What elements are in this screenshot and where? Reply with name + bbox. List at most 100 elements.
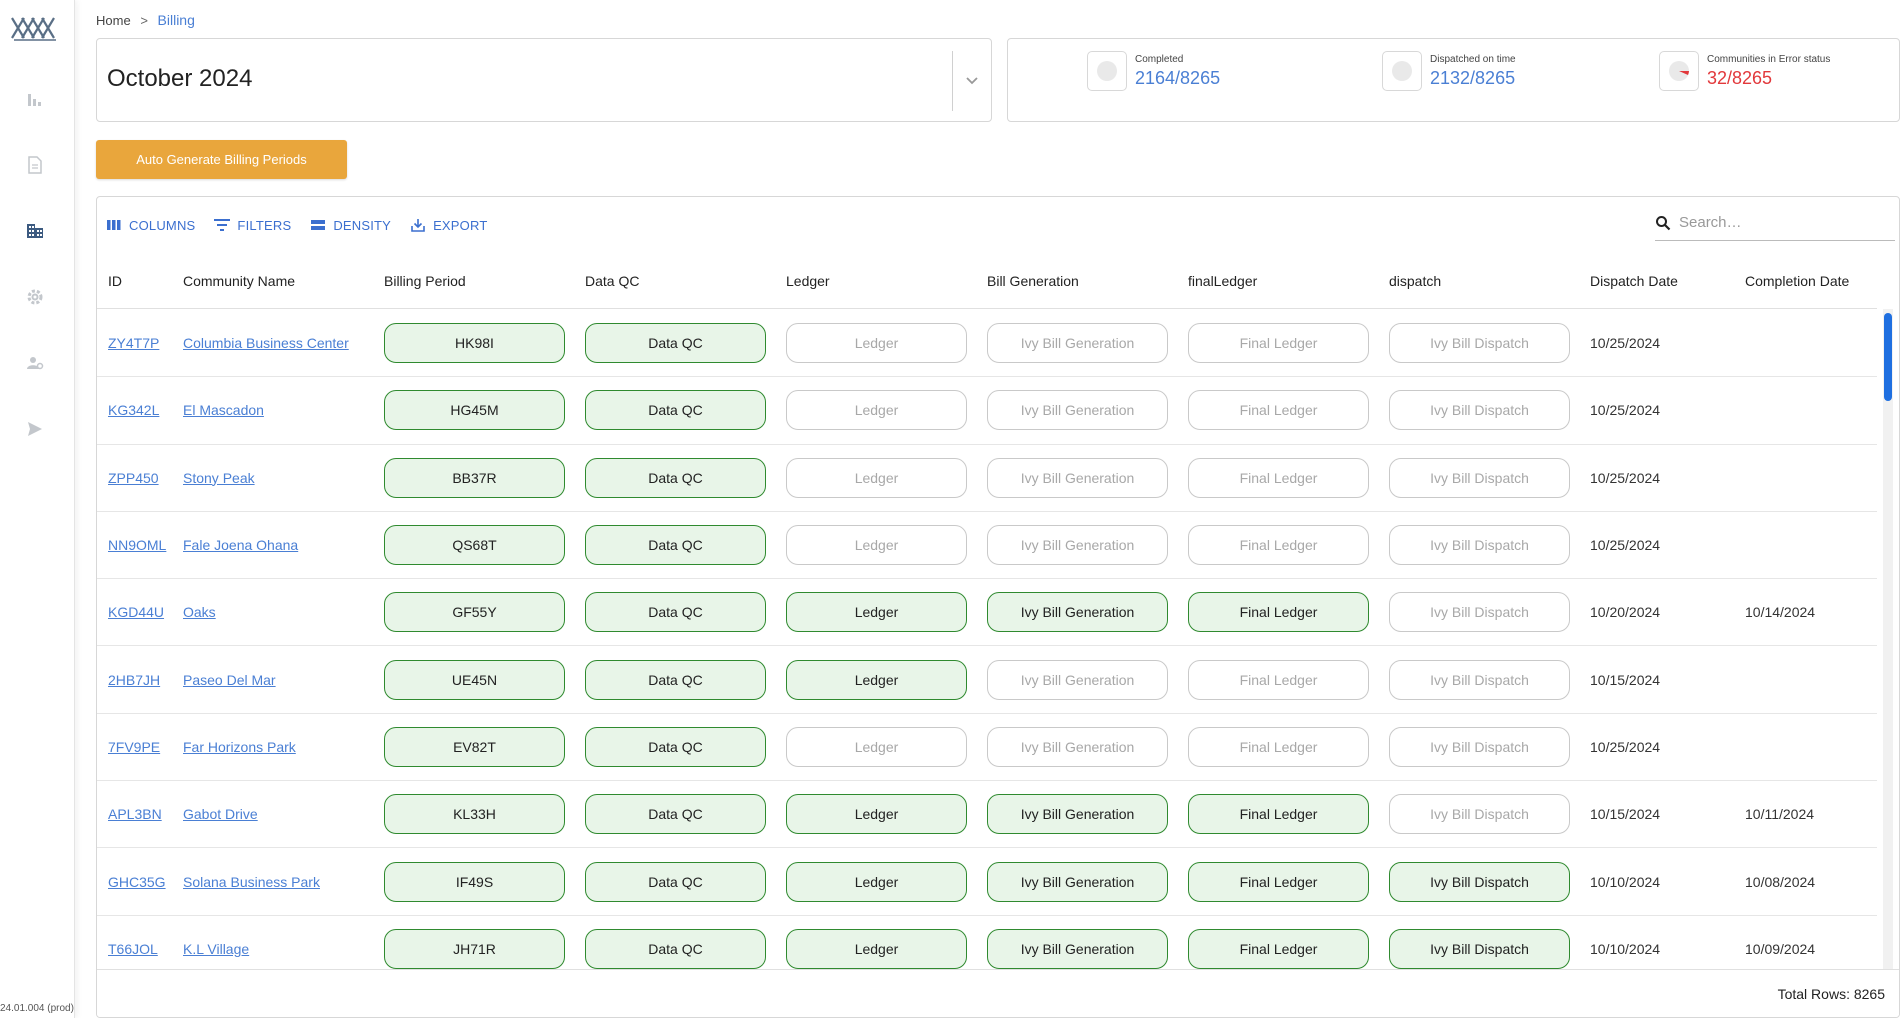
columns-button[interactable]: COLUMNS xyxy=(105,216,195,234)
dispatch-status-chip[interactable]: Ivy Bill Dispatch xyxy=(1389,592,1570,633)
dispatch-status-chip[interactable]: Ivy Bill Dispatch xyxy=(1389,457,1570,498)
send-icon[interactable] xyxy=(24,418,46,440)
data-qc-status-chip[interactable]: Data QC xyxy=(585,525,766,566)
billing-period-chip[interactable]: UE45N xyxy=(384,659,565,700)
bill-generation-status-chip[interactable]: Ivy Bill Generation xyxy=(987,525,1168,566)
row-id-link[interactable]: ZY4T7P xyxy=(108,310,159,376)
user-settings-icon[interactable] xyxy=(24,352,46,374)
data-qc-status-chip[interactable]: Data QC xyxy=(585,928,766,969)
density-button[interactable]: DENSITY xyxy=(309,216,391,234)
ledger-status-chip[interactable]: Ledger xyxy=(786,861,967,902)
dispatch-status-chip[interactable]: Ivy Bill Dispatch xyxy=(1389,928,1570,969)
header-id[interactable]: ID xyxy=(108,273,122,289)
row-id-link[interactable]: ZPP450 xyxy=(108,445,159,511)
dispatch-status-chip[interactable]: Ivy Bill Dispatch xyxy=(1389,794,1570,835)
ledger-status-chip[interactable]: Ledger xyxy=(786,928,967,969)
billing-period-chip[interactable]: BB37R xyxy=(384,457,565,498)
header-dispatch-date[interactable]: Dispatch Date xyxy=(1590,273,1678,289)
final-ledger-status-chip[interactable]: Final Ledger xyxy=(1188,592,1369,633)
dispatch-status-chip[interactable]: Ivy Bill Dispatch xyxy=(1389,390,1570,431)
row-community-link[interactable]: Far Horizons Park xyxy=(183,714,296,780)
header-dispatch[interactable]: dispatch xyxy=(1389,273,1441,289)
billing-period-chip[interactable]: HG45M xyxy=(384,390,565,431)
header-community-name[interactable]: Community Name xyxy=(183,273,295,289)
table-row[interactable]: 2HB7JH Paseo Del Mar UE45N Data QC Ledger Ivy… xyxy=(97,646,1877,714)
dispatch-status-chip[interactable]: Ivy Bill Dispatch xyxy=(1389,861,1570,902)
dispatch-status-chip[interactable]: Ivy Bill Dispatch xyxy=(1389,726,1570,767)
bill-generation-status-chip[interactable]: Ivy Bill Generation xyxy=(987,323,1168,364)
bill-generation-status-chip[interactable]: Ivy Bill Generation xyxy=(987,592,1168,633)
row-community-link[interactable]: Paseo Del Mar xyxy=(183,646,276,712)
dispatch-status-chip[interactable]: Ivy Bill Dispatch xyxy=(1389,525,1570,566)
document-icon[interactable] xyxy=(24,154,46,176)
final-ledger-status-chip[interactable]: Final Ledger xyxy=(1188,390,1369,431)
bill-generation-status-chip[interactable]: Ivy Bill Generation xyxy=(987,659,1168,700)
ledger-status-chip[interactable]: Ledger xyxy=(786,525,967,566)
bill-generation-status-chip[interactable]: Ivy Bill Generation xyxy=(987,726,1168,767)
logo-icon[interactable] xyxy=(10,14,58,42)
header-data-qc[interactable]: Data QC xyxy=(585,273,639,289)
row-id-link[interactable]: GHC35G xyxy=(108,848,166,914)
table-row[interactable]: KGD44U Oaks GF55Y Data QC Ledger Ivy Bill Gen… xyxy=(97,579,1877,647)
row-community-link[interactable]: Stony Peak xyxy=(183,445,255,511)
header-completion-date[interactable]: Completion Date xyxy=(1745,273,1849,289)
data-qc-status-chip[interactable]: Data QC xyxy=(585,592,766,633)
data-qc-status-chip[interactable]: Data QC xyxy=(585,861,766,902)
row-community-link[interactable]: Oaks xyxy=(183,579,216,645)
bill-generation-status-chip[interactable]: Ivy Bill Generation xyxy=(987,928,1168,969)
export-button[interactable]: EXPORT xyxy=(409,216,487,234)
ledger-status-chip[interactable]: Ledger xyxy=(786,659,967,700)
header-ledger[interactable]: Ledger xyxy=(786,273,830,289)
data-qc-status-chip[interactable]: Data QC xyxy=(585,457,766,498)
final-ledger-status-chip[interactable]: Final Ledger xyxy=(1188,726,1369,767)
header-final-ledger[interactable]: finalLedger xyxy=(1188,273,1257,289)
dispatch-status-chip[interactable]: Ivy Bill Dispatch xyxy=(1389,659,1570,700)
dispatch-status-chip[interactable]: Ivy Bill Dispatch xyxy=(1389,323,1570,364)
table-row[interactable]: 7FV9PE Far Horizons Park EV82T Data QC Ledge… xyxy=(97,714,1877,782)
row-community-link[interactable]: Solana Business Park xyxy=(183,848,320,914)
table-row[interactable]: NN9OML Fale Joena Ohana QS68T Data QC Ledger… xyxy=(97,512,1877,580)
auto-generate-button[interactable]: Auto Generate Billing Periods xyxy=(96,140,347,179)
ledger-status-chip[interactable]: Ledger xyxy=(786,390,967,431)
bill-generation-status-chip[interactable]: Ivy Bill Generation xyxy=(987,390,1168,431)
table-row[interactable]: APL3BN Gabot Drive KL33H Data QC Ledger Ivy B… xyxy=(97,781,1877,849)
final-ledger-status-chip[interactable]: Final Ledger xyxy=(1188,861,1369,902)
building-icon[interactable] xyxy=(24,220,46,242)
row-community-link[interactable]: Columbia Business Center xyxy=(183,310,349,376)
search-box[interactable] xyxy=(1655,205,1895,241)
vertical-scrollbar[interactable] xyxy=(1883,309,1893,979)
row-community-link[interactable]: Fale Joena Ohana xyxy=(183,512,298,578)
row-id-link[interactable]: 2HB7JH xyxy=(108,646,160,712)
final-ledger-status-chip[interactable]: Final Ledger xyxy=(1188,525,1369,566)
breadcrumb-current[interactable]: Billing xyxy=(158,12,195,28)
billing-period-select[interactable]: October 2024 xyxy=(96,38,992,122)
data-qc-status-chip[interactable]: Data QC xyxy=(585,659,766,700)
billing-period-chip[interactable]: IF49S xyxy=(384,861,565,902)
header-bill-generation[interactable]: Bill Generation xyxy=(987,273,1079,289)
gear-icon[interactable] xyxy=(24,286,46,308)
ledger-status-chip[interactable]: Ledger xyxy=(786,457,967,498)
scrollbar-thumb[interactable] xyxy=(1884,313,1892,401)
filters-button[interactable]: FILTERS xyxy=(213,216,291,234)
data-qc-status-chip[interactable]: Data QC xyxy=(585,390,766,431)
row-community-link[interactable]: El Mascadon xyxy=(183,377,264,443)
breadcrumb-home[interactable]: Home xyxy=(96,13,131,28)
table-row[interactable]: GHC35G Solana Business Park IF49S Data QC Le… xyxy=(97,848,1877,916)
ledger-status-chip[interactable]: Ledger xyxy=(786,794,967,835)
data-qc-status-chip[interactable]: Data QC xyxy=(585,794,766,835)
ledger-status-chip[interactable]: Ledger xyxy=(786,592,967,633)
row-id-link[interactable]: KGD44U xyxy=(108,579,164,645)
ledger-status-chip[interactable]: Ledger xyxy=(786,323,967,364)
bar-chart-icon[interactable] xyxy=(24,88,46,110)
billing-period-chip[interactable]: QS68T xyxy=(384,525,565,566)
final-ledger-status-chip[interactable]: Final Ledger xyxy=(1188,659,1369,700)
row-id-link[interactable]: NN9OML xyxy=(108,512,166,578)
final-ledger-status-chip[interactable]: Final Ledger xyxy=(1188,928,1369,969)
final-ledger-status-chip[interactable]: Final Ledger xyxy=(1188,323,1369,364)
billing-period-chip[interactable]: KL33H xyxy=(384,794,565,835)
data-qc-status-chip[interactable]: Data QC xyxy=(585,323,766,364)
billing-period-chip[interactable]: EV82T xyxy=(384,726,565,767)
billing-period-chip[interactable]: HK98I xyxy=(384,323,565,364)
row-id-link[interactable]: APL3BN xyxy=(108,781,162,847)
chevron-down-icon[interactable] xyxy=(961,69,983,91)
